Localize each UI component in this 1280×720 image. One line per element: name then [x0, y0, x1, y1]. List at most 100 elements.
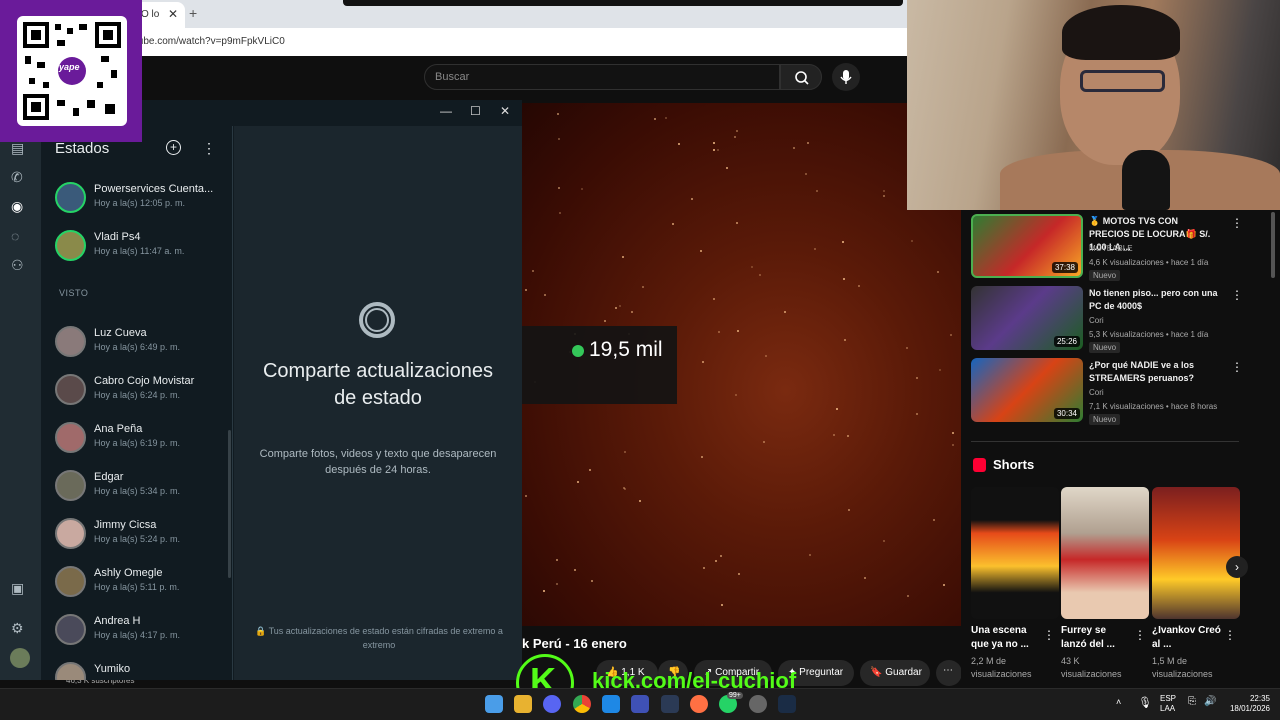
video-spark	[525, 289, 527, 291]
short-title[interactable]: ¿Ivankov Creó al ...	[1152, 624, 1222, 652]
status-item[interactable]: Powerservices Cuenta... Hoy a la(s) 12:0…	[41, 178, 233, 226]
status-item[interactable]: Yumiko	[41, 658, 233, 680]
video-spark	[713, 142, 715, 144]
windows-start-icon[interactable]	[485, 695, 503, 713]
network-icon[interactable]: ⎘	[1188, 696, 1196, 707]
status-item[interactable]: Jimmy Cicsa Hoy a la(s) 5:24 p. m.	[41, 514, 233, 562]
more-icon[interactable]: ⋮	[1043, 628, 1055, 642]
channel-name[interactable]: MOTEABLE	[1089, 244, 1133, 253]
app-icon[interactable]	[661, 695, 679, 713]
video-duration: 30:34	[1053, 408, 1080, 419]
settings-icon[interactable]: ⚙	[11, 620, 24, 637]
plus-icon[interactable]: +	[189, 5, 197, 21]
video-spark	[952, 444, 954, 446]
scrollbar[interactable]	[228, 430, 231, 578]
contact-name: Vladi Ps4	[94, 231, 141, 243]
video-spark	[558, 187, 560, 189]
video-spark	[751, 266, 753, 268]
encryption-text: Tus actualizaciones de estado están cifr…	[268, 626, 503, 650]
status-item[interactable]: Luz Cueva Hoy a la(s) 6:49 p. m.	[41, 322, 233, 370]
status-item[interactable]: Cabro Cojo Movistar Hoy a la(s) 6:24 p. m…	[41, 370, 233, 418]
chats-icon[interactable]: ▤	[11, 140, 24, 157]
video-spark	[844, 339, 846, 341]
video-thumbnail[interactable]: 37:38	[971, 214, 1083, 278]
chrome-icon[interactable]	[573, 695, 591, 713]
more-icon[interactable]: ⋮	[1231, 216, 1243, 230]
viewer-count: 19,5 mil	[589, 338, 663, 361]
short-thumbnail[interactable]	[1061, 487, 1149, 619]
video-title: k Perú - 16 enero	[522, 636, 627, 651]
video-spark	[809, 554, 811, 556]
voice-search-button[interactable]	[832, 63, 860, 91]
menu-icon[interactable]: ⋮	[202, 140, 216, 157]
status-item[interactable]: Andrea H Hoy a la(s) 4:17 p. m.	[41, 610, 233, 658]
language-indicator[interactable]: ESP LAA	[1160, 694, 1176, 714]
save-button[interactable]: 🔖 Guardar	[860, 660, 930, 686]
ask-label: Preguntar	[799, 667, 844, 678]
video-spark	[848, 509, 850, 511]
video-spark	[883, 540, 885, 542]
url-text[interactable]: tube.com/watch?v=p9mFpkVLiC0	[135, 36, 285, 47]
maximize-icon[interactable]: ☐	[470, 104, 481, 118]
media-icon[interactable]: ▣	[11, 580, 24, 597]
video-spark	[665, 117, 667, 119]
scrollbar[interactable]	[1271, 212, 1275, 278]
short-views: 43 K visualizaciones	[1061, 656, 1122, 679]
search-button[interactable]	[780, 64, 822, 90]
add-status-icon[interactable]: +	[166, 140, 181, 155]
video-spark	[833, 434, 835, 436]
video-spark	[738, 573, 740, 575]
video-title[interactable]: No tienen piso... pero con una PC de 400…	[1089, 287, 1219, 313]
status-item[interactable]: Vladi Ps4 Hoy a la(s) 11:47 a. m.	[41, 226, 233, 274]
minimize-icon[interactable]: —	[440, 104, 452, 118]
status-item[interactable]: Ana Peña Hoy a la(s) 6:19 p. m.	[41, 418, 233, 466]
profile-avatar[interactable]	[10, 648, 30, 668]
more-button[interactable]: ⋯	[936, 660, 962, 686]
search-input[interactable]: Buscar	[424, 64, 780, 90]
chevron-up-icon[interactable]: ˄	[1116, 697, 1121, 707]
video-title[interactable]: ¿Por qué NADIE ve a los STREAMERS peruan…	[1089, 359, 1219, 385]
calls-icon[interactable]: ✆	[11, 169, 23, 186]
app-icon[interactable]	[631, 695, 649, 713]
video-spark	[906, 347, 908, 349]
communities-icon[interactable]: ⚇	[11, 257, 24, 274]
status-time: Hoy a la(s) 11:47 a. m.	[94, 246, 185, 256]
more-icon[interactable]: ⋮	[1231, 360, 1243, 374]
video-spark	[816, 190, 818, 192]
close-icon[interactable]: ✕	[168, 7, 178, 21]
file-explorer-icon[interactable]	[514, 695, 532, 713]
video-thumbnail[interactable]: 30:34	[971, 358, 1083, 422]
status-icon[interactable]: ◉	[11, 198, 23, 215]
video-spark	[950, 334, 952, 336]
short-title[interactable]: Una escena que ya no ...	[971, 624, 1041, 652]
vscode-icon[interactable]	[602, 695, 620, 713]
contact-name: Edgar	[94, 471, 124, 483]
video-thumbnail[interactable]: 25:26	[971, 286, 1083, 350]
channel-name[interactable]: Cori	[1089, 316, 1104, 325]
steam-icon[interactable]	[778, 695, 796, 713]
short-thumbnail[interactable]	[971, 487, 1059, 619]
more-icon[interactable]: ⋮	[1231, 288, 1243, 302]
status-item[interactable]: Ashly Omegle Hoy a la(s) 5:11 p. m.	[41, 562, 233, 610]
clock[interactable]: 22:35 18/01/2026	[1226, 694, 1270, 714]
contact-name: Yumiko	[94, 663, 131, 675]
short-views: 2,2 M de visualizaciones	[971, 656, 1032, 679]
firefox-icon[interactable]	[690, 695, 708, 713]
short-title[interactable]: Furrey se lanzó del ...	[1061, 624, 1131, 652]
volume-icon[interactable]: 🔊	[1204, 696, 1216, 707]
more-icon[interactable]: ⋮	[1134, 628, 1146, 642]
chevron-right-icon[interactable]: ›	[1226, 556, 1248, 578]
video-meta: 4,6 K visualizaciones • hace 1 día	[1089, 258, 1209, 267]
status-item[interactable]: Edgar Hoy a la(s) 5:34 p. m.	[41, 466, 233, 514]
video-meta: 5,3 K visualizaciones • hace 1 día	[1089, 330, 1209, 339]
short-thumbnail[interactable]	[1152, 487, 1240, 619]
close-window-icon[interactable]: ✕	[500, 104, 510, 118]
channel-name[interactable]: Cori	[1089, 388, 1104, 397]
channels-icon[interactable]: ◌	[11, 228, 19, 244]
video-spark	[759, 274, 761, 276]
video-spark	[672, 223, 674, 225]
mic-icon[interactable]: 🎙	[1138, 696, 1152, 709]
discord-icon[interactable]	[543, 695, 561, 713]
more-icon[interactable]: ⋮	[1224, 628, 1236, 642]
app-icon[interactable]	[749, 695, 767, 713]
